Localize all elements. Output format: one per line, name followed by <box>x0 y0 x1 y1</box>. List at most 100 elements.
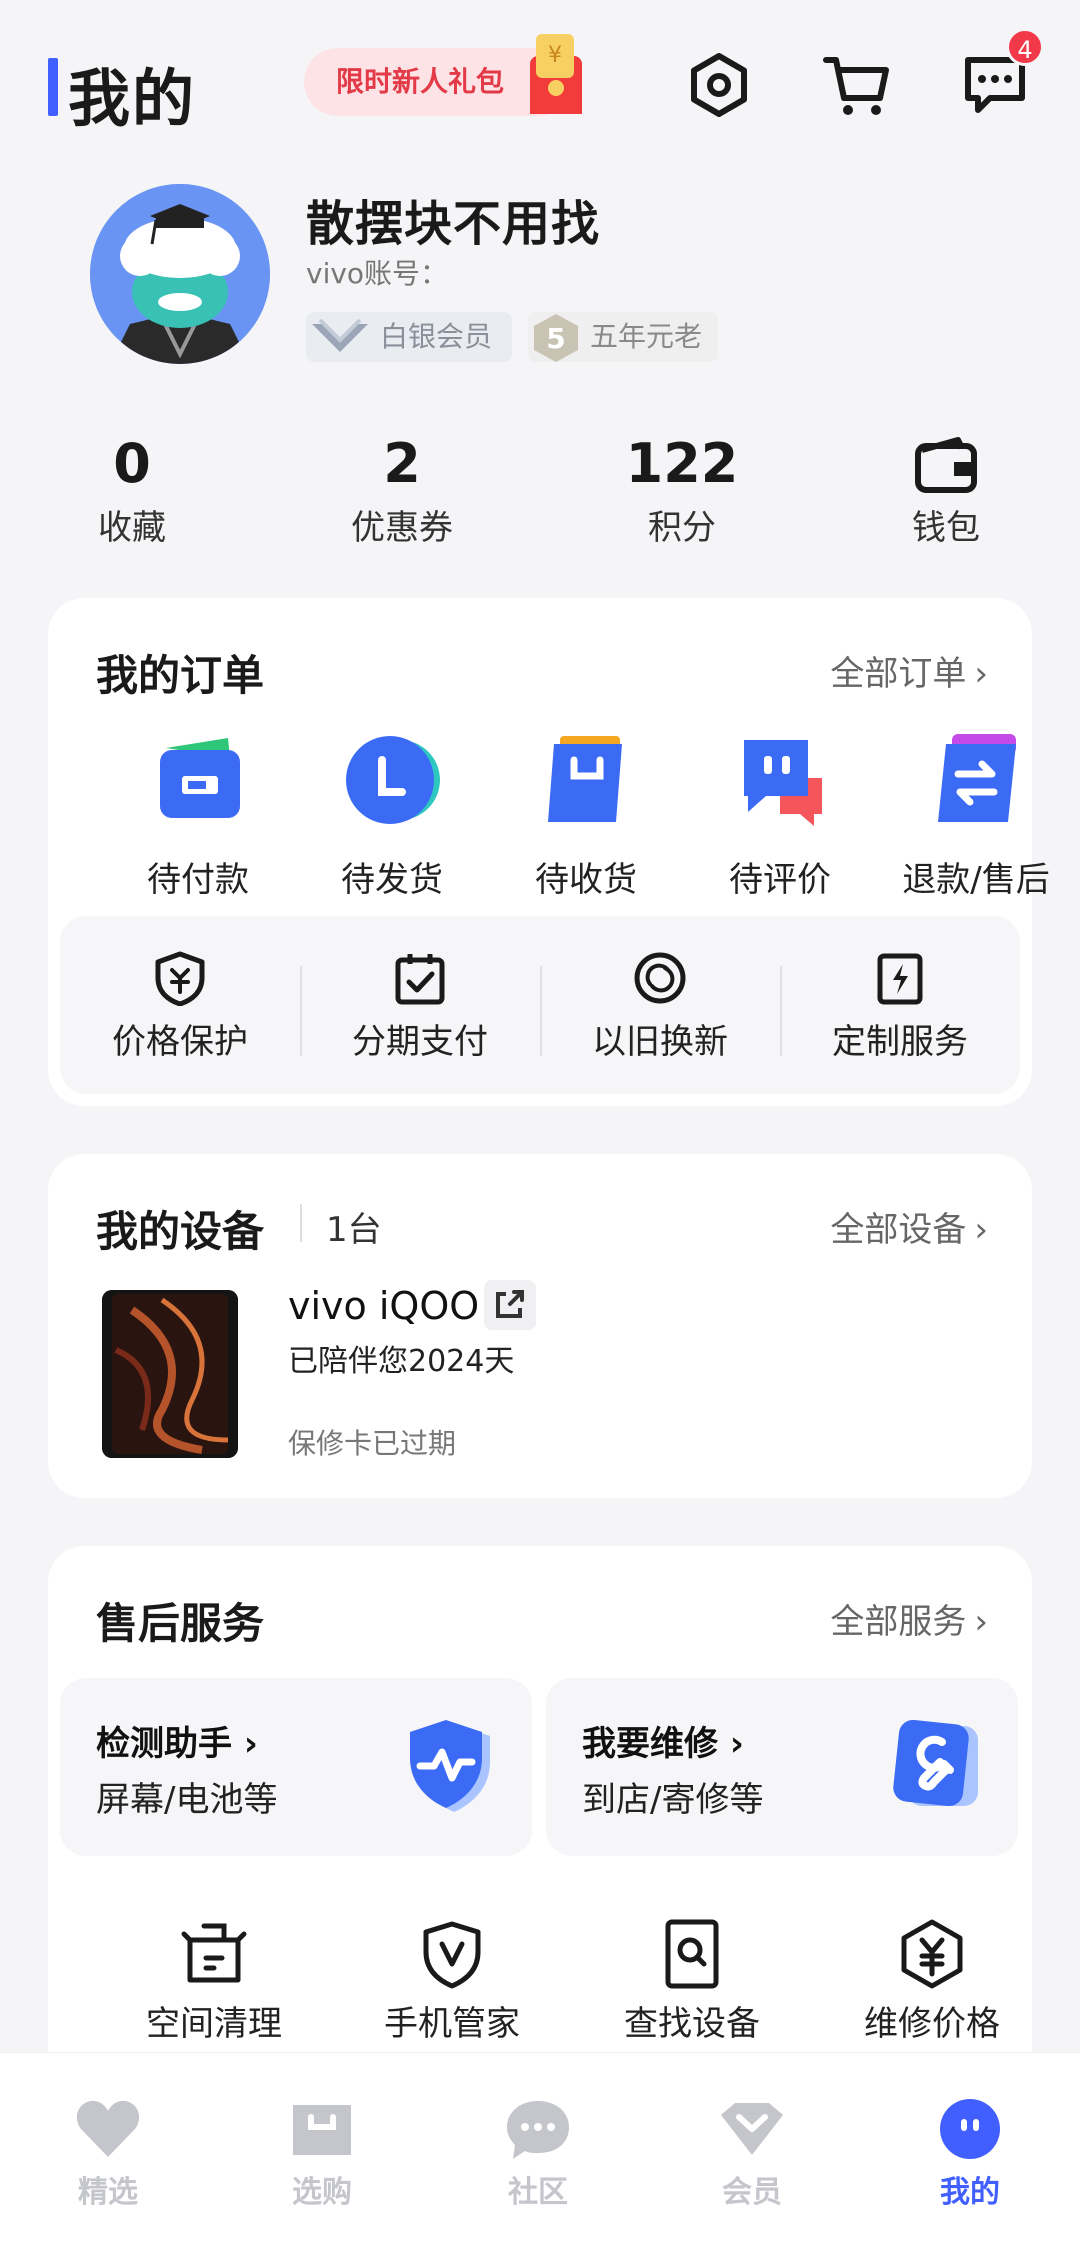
diagnostics-title-row: 检测助手 › <box>96 1716 258 1765</box>
order-services-panel: 价格保护 分期支付 以旧换新 定制服务 <box>60 916 1020 1094</box>
order-pending-payment[interactable]: 待付款 <box>98 730 298 901</box>
account-label: vivo账号： <box>306 257 449 290</box>
space-clean-label: 空间清理 <box>146 2004 282 2044</box>
chat-bubble-icon <box>507 2101 569 2159</box>
diagnostics-card[interactable]: 检测助手 › 屏幕/电池等 <box>60 1678 532 1856</box>
order-pending-shipment[interactable]: 待发货 <box>292 730 492 901</box>
red-envelope-icon: ¥ <box>530 34 582 114</box>
promo-label: 限时新人礼包 <box>336 65 505 98</box>
after-sales-card: 售后服务 全部服务 › 检测助手 › 屏幕/电池等 我要维修 › 到店/寄修等 空… <box>48 1546 1032 2106</box>
service-trade-in[interactable]: 以旧换新 <box>540 950 780 1063</box>
phone-illustration <box>102 1290 238 1458</box>
nav-member[interactable]: 会员 <box>672 2097 832 2211</box>
diamond-heart-icon <box>721 2103 783 2155</box>
settings-icon[interactable] <box>684 50 754 120</box>
stat-coupons[interactable]: 2 优惠券 <box>302 430 502 549</box>
coupons-label: 优惠券 <box>351 508 453 548</box>
warranty-status: 保修卡已过期 <box>288 1427 457 1460</box>
nav-featured[interactable]: 精选 <box>28 2097 188 2211</box>
stat-points[interactable]: 122 积分 <box>582 430 782 549</box>
clean-icon <box>181 1923 247 1983</box>
all-orders-label: 全部订单 <box>830 654 967 694</box>
repair-card[interactable]: 我要维修 › 到店/寄修等 <box>546 1678 1018 1856</box>
tool-repair-price[interactable]: 维修价格 <box>822 1918 1042 2045</box>
stat-wallet[interactable]: 钱包 <box>846 430 1046 549</box>
find-device-icon <box>665 1919 719 1989</box>
silver-member-badge[interactable]: 白银会员 <box>306 312 512 362</box>
service-custom[interactable]: 定制服务 <box>780 950 1020 1063</box>
avatar[interactable] <box>90 184 270 364</box>
order-refund[interactable]: 退款/售后 <box>876 730 1076 901</box>
cart-icon[interactable] <box>822 50 892 120</box>
order-pending-review[interactable]: 待评价 <box>680 730 880 901</box>
pending-receipt-label: 待收货 <box>535 860 637 900</box>
refund-icon <box>938 734 1016 822</box>
repair-title: 我要维修 <box>582 1724 718 1764</box>
shield-v-icon <box>423 1921 481 1989</box>
nav-me-label: 我的 <box>940 2175 1000 2210</box>
pending-shipment-icon <box>346 736 440 824</box>
device-name[interactable]: vivo iQOO <box>288 1284 479 1328</box>
diagnostics-subtitle: 屏幕/电池等 <box>96 1780 278 1820</box>
all-services-link[interactable]: 全部服务 › <box>830 1594 988 1643</box>
chevron-right-icon: › <box>974 1602 988 1642</box>
calendar-check-icon <box>395 954 445 1005</box>
pending-shipment-label: 待发货 <box>341 860 443 900</box>
devices-card: 我的设备 1台 全部设备 › vivo iQOO 已陪伴您2024天 保修卡已过期 <box>48 1154 1032 1498</box>
user-name: 散摆块不用找 <box>306 196 601 252</box>
avatar-illustration <box>90 184 270 364</box>
diamond-icon <box>312 318 368 352</box>
tool-find-device[interactable]: 查找设备 <box>582 1918 802 2045</box>
nav-shop-label: 选购 <box>292 2175 352 2210</box>
custom-service-label: 定制服务 <box>832 1022 968 1062</box>
price-protect-icon <box>155 951 205 1006</box>
shopping-bag-icon <box>293 2105 351 2155</box>
pending-payment-icon <box>160 738 240 818</box>
service-installment[interactable]: 分期支付 <box>300 950 540 1063</box>
five-year-badge[interactable]: 5 五年元老 <box>528 312 718 362</box>
order-pending-receipt[interactable]: 待收货 <box>486 730 686 901</box>
devices-title: 我的设备 <box>96 1207 265 1256</box>
device-image[interactable] <box>102 1290 238 1458</box>
all-devices-label: 全部设备 <box>830 1210 967 1250</box>
points-label: 积分 <box>648 508 716 548</box>
all-orders-link[interactable]: 全部订单 › <box>830 646 988 695</box>
pending-review-label: 待评价 <box>729 860 831 900</box>
nav-featured-label: 精选 <box>78 2175 138 2210</box>
all-services-label: 全部服务 <box>830 1602 967 1642</box>
price-protect-label: 价格保护 <box>112 1022 248 1062</box>
favorites-count: 0 <box>113 432 151 495</box>
pending-review-icon <box>744 740 822 826</box>
heart-icon <box>76 2100 140 2157</box>
external-link-icon[interactable] <box>484 1280 536 1330</box>
wallet-icon <box>846 430 1046 498</box>
page-title: 我的 <box>68 62 197 135</box>
five-year-label: 五年元老 <box>590 320 703 353</box>
nav-community[interactable]: 社区 <box>458 2097 618 2211</box>
top-header: 我的 限时新人礼包 ¥ 4 <box>0 0 1080 170</box>
nav-me[interactable]: 我的 <box>890 2097 1050 2211</box>
nav-shop[interactable]: 选购 <box>242 2097 402 2211</box>
pending-payment-label: 待付款 <box>147 860 249 900</box>
message-count-badge: 4 <box>1006 28 1044 66</box>
svg-text:¥: ¥ <box>548 43 562 68</box>
nav-member-label: 会员 <box>722 2175 782 2210</box>
svg-text:5: 5 <box>546 322 565 355</box>
device-count: 1台 <box>326 1210 382 1250</box>
orders-title: 我的订单 <box>96 651 265 700</box>
stat-favorites[interactable]: 0 收藏 <box>32 430 232 549</box>
silver-member-label: 白银会员 <box>380 320 493 353</box>
repair-price-icon <box>901 1919 963 1989</box>
installment-label: 分期支付 <box>352 1022 488 1062</box>
all-devices-link[interactable]: 全部设备 › <box>830 1202 988 1251</box>
chevron-right-icon: › <box>974 654 988 694</box>
tool-phone-manager[interactable]: 手机管家 <box>342 1918 562 2045</box>
orders-card: 我的订单 全部订单 › 待付款 待发货 待收货 待评价 退款/售后 价格保护 分… <box>48 598 1050 1106</box>
coupons-count: 2 <box>383 432 421 495</box>
pending-receipt-icon <box>548 736 622 822</box>
diagnostics-title: 检测助手 <box>96 1724 232 1764</box>
service-price-protect[interactable]: 价格保护 <box>60 950 300 1063</box>
wallet-label: 钱包 <box>912 508 980 548</box>
tool-space-clean[interactable]: 空间清理 <box>104 1918 324 2045</box>
after-sales-title: 售后服务 <box>96 1599 265 1648</box>
